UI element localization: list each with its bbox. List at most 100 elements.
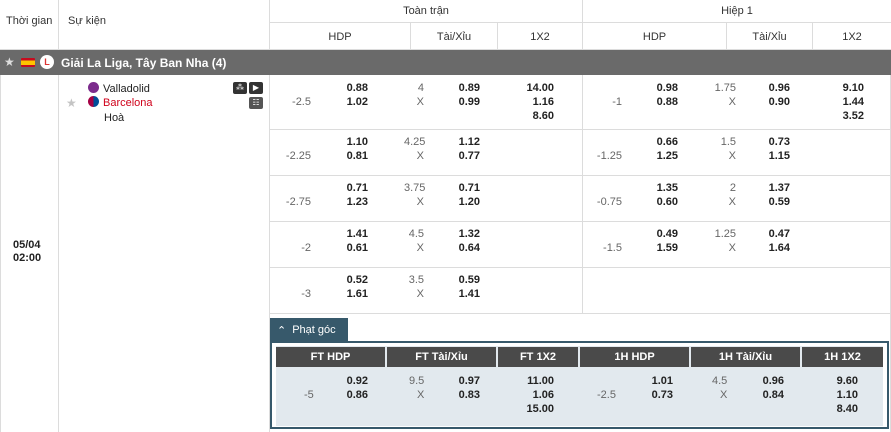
odds-ft-ou-x: X (416, 242, 424, 254)
corner-col-h1-1x2: 1H 1X2 (802, 347, 883, 367)
odds-ft-ou-line: 3.5 (408, 274, 424, 286)
odds-h1-ou-u[interactable]: 0.59 (752, 196, 790, 208)
odds-ft-ou-o[interactable]: 0.89 (442, 82, 480, 94)
odds-ft-ou-o[interactable]: 1.12 (442, 136, 480, 148)
odds-ft-ou-u[interactable]: 0.99 (442, 96, 480, 108)
corner-col-ft-hdp: FT HDP (276, 347, 385, 367)
corner-h1-hdp-home[interactable]: 1.01 (635, 375, 673, 387)
odds-h1-ou-line: 1.75 (714, 82, 736, 94)
league-name: Giải La Liga, Tây Ban Nha (4) (61, 56, 227, 70)
odds-ft-ou-u[interactable]: 0.77 (442, 150, 480, 162)
odds-ft-ou-x: X (416, 150, 424, 162)
half1-header: Hiệp 1 (721, 5, 753, 17)
play-video-icon[interactable]: ▶ (249, 82, 263, 94)
odds-ft-hdp-a[interactable]: 1.02 (330, 96, 368, 108)
odds-h1-hdp-h[interactable]: 1.35 (640, 182, 678, 194)
corner-ft-1[interactable]: 11.00 (510, 375, 554, 387)
row-divider (270, 267, 891, 268)
odds-h1-hdp-line: -1 (612, 96, 622, 108)
odds-ft-ou-line: 4.25 (404, 136, 426, 148)
col-ft-ou[interactable]: Tài/Xỉu (411, 23, 497, 50)
odds-ft-ou-u[interactable]: 0.64 (442, 242, 480, 254)
stats-icon[interactable]: ⁂ (233, 82, 247, 94)
odds-ft-ou-o[interactable]: 0.59 (442, 274, 480, 286)
odds-ft-hdp-h[interactable]: 0.71 (330, 182, 368, 194)
odds-h1-hdp-line: -1.5 (603, 242, 622, 254)
corner-h1-ou-under[interactable]: 0.84 (746, 389, 784, 401)
odds-h1-ou-u[interactable]: 0.90 (752, 96, 790, 108)
odds-ft-ou-u[interactable]: 1.41 (442, 288, 480, 300)
odds-ft-hdp-a[interactable]: 1.61 (330, 288, 368, 300)
corner-h1-x[interactable]: 1.10 (818, 389, 858, 401)
odds-h1-ou-u[interactable]: 1.64 (752, 242, 790, 254)
odds-h1-ou-o[interactable]: 0.73 (752, 136, 790, 148)
odds-h1-hdp-a[interactable]: 1.59 (640, 242, 678, 254)
odds-ft-hdp-line: -2.25 (285, 150, 311, 162)
odds-h1-hdp-a[interactable]: 0.60 (640, 196, 678, 208)
odds-ft-ou-o[interactable]: 0.71 (442, 182, 480, 194)
odds-h1-x[interactable]: 1.44 (824, 96, 864, 108)
odds-h1-2[interactable]: 3.52 (824, 110, 864, 122)
odds-ft-hdp-h[interactable]: 0.52 (330, 274, 368, 286)
odds-h1-hdp-h[interactable]: 0.49 (640, 228, 678, 240)
odds-h1-1[interactable]: 9.10 (824, 82, 864, 94)
home-team[interactable]: Valladolid (103, 83, 150, 95)
corner-ft-2[interactable]: 15.00 (510, 403, 554, 415)
corner-ft-x[interactable]: 1.06 (510, 389, 554, 401)
corner-h1-2[interactable]: 8.40 (818, 403, 858, 415)
corner-ft-ou-over[interactable]: 0.97 (442, 375, 480, 387)
league-bar[interactable]: ★ L Giải La Liga, Tây Ban Nha (4) (0, 50, 891, 75)
odds-h1-ou-u[interactable]: 1.15 (752, 150, 790, 162)
odds-h1-ou-o[interactable]: 0.96 (752, 82, 790, 94)
odds-ft-hdp-h[interactable]: 0.88 (330, 82, 368, 94)
odds-h1-hdp-h[interactable]: 0.66 (640, 136, 678, 148)
favorite-star-icon[interactable]: ★ (66, 96, 77, 110)
divider (58, 75, 59, 432)
odds-h1-ou-o[interactable]: 0.47 (752, 228, 790, 240)
favorite-star-icon[interactable]: ★ (4, 55, 15, 69)
event-column-header: Sự kiện (68, 15, 106, 27)
odds-h1-ou-line: 2 (729, 182, 736, 194)
away-team[interactable]: Barcelona (103, 97, 153, 109)
odds-ft-1[interactable]: 14.00 (510, 82, 554, 94)
corner-ft-hdp-line: -5 (304, 389, 314, 401)
corner-ft-hdp-away[interactable]: 0.86 (330, 389, 368, 401)
corner-h1-ou-over[interactable]: 0.96 (746, 375, 784, 387)
odds-h1-ou-o[interactable]: 1.37 (752, 182, 790, 194)
odds-h1-hdp-line: -1.25 (596, 150, 622, 162)
odds-h1-ou-line: 1.25 (714, 228, 736, 240)
odds-ft-hdp-a[interactable]: 1.23 (330, 196, 368, 208)
odds-ft-ou-u[interactable]: 1.20 (442, 196, 480, 208)
corner-ft-ou-line: 9.5 (409, 375, 425, 387)
corner-ft-hdp-home[interactable]: 0.92 (330, 375, 368, 387)
draw-label: Hoà (104, 112, 125, 124)
lineup-icon[interactable]: ☷ (249, 97, 263, 109)
col-h1-hdp[interactable]: HDP (583, 23, 726, 50)
col-h1-ou[interactable]: Tài/Xỉu (727, 23, 812, 50)
odds-ft-ou-o[interactable]: 1.32 (442, 228, 480, 240)
odds-ft-hdp-a[interactable]: 0.61 (330, 242, 368, 254)
corner-col-ft-ou: FT Tài/Xỉu (387, 347, 496, 367)
divider (58, 0, 59, 50)
col-h1-1x2[interactable]: 1X2 (813, 23, 891, 50)
odds-h1-hdp-line: -0.75 (596, 196, 622, 208)
col-ft-hdp[interactable]: HDP (270, 23, 410, 50)
odds-ft-ou-line: 3.75 (404, 182, 426, 194)
odds-ft-hdp-a[interactable]: 0.81 (330, 150, 368, 162)
corners-tab[interactable]: ⌃ Phạt góc (270, 318, 348, 342)
spain-flag-icon (21, 58, 35, 67)
odds-h1-hdp-h[interactable]: 0.98 (640, 82, 678, 94)
corner-h1-1[interactable]: 9.60 (818, 375, 858, 387)
odds-h1-hdp-a[interactable]: 0.88 (640, 96, 678, 108)
corner-h1-hdp-away[interactable]: 0.73 (635, 389, 673, 401)
odds-ft-hdp-h[interactable]: 1.41 (330, 228, 368, 240)
odds-h1-ou-x: X (728, 150, 736, 162)
corner-ft-ou-under[interactable]: 0.83 (442, 389, 480, 401)
odds-h1-hdp-a[interactable]: 1.25 (640, 150, 678, 162)
odds-h1-ou-x: X (728, 96, 736, 108)
col-ft-1x2[interactable]: 1X2 (498, 23, 582, 50)
row-divider (270, 175, 891, 176)
odds-ft-x[interactable]: 1.16 (510, 96, 554, 108)
odds-ft-2[interactable]: 8.60 (510, 110, 554, 122)
odds-ft-hdp-h[interactable]: 1.10 (330, 136, 368, 148)
